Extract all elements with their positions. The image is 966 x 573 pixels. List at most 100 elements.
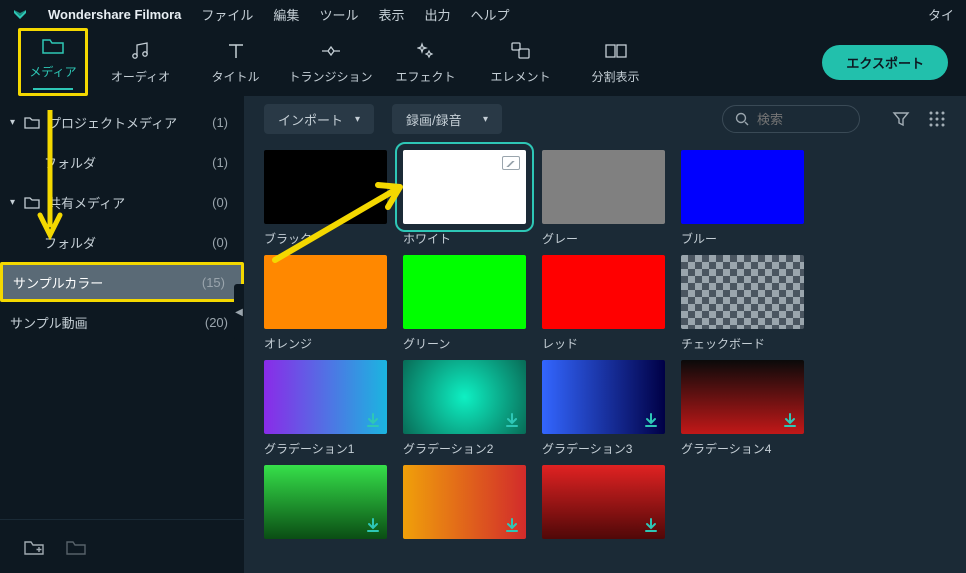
color-thumb[interactable] (542, 465, 665, 539)
tab-media[interactable]: メディア (18, 28, 88, 96)
download-icon (643, 412, 659, 428)
download-icon (504, 517, 520, 533)
color-card[interactable]: ブルー (681, 150, 804, 247)
topbar-icons (892, 110, 946, 128)
search-input[interactable] (757, 112, 847, 127)
tree-item-label: サンプルカラー (13, 273, 202, 292)
tab-transition[interactable]: トランジション (288, 32, 373, 92)
color-card[interactable]: ホワイト (403, 150, 526, 247)
color-thumb[interactable] (403, 360, 526, 434)
tree-item-label: サンプル動画 (10, 313, 205, 332)
color-thumb[interactable] (542, 255, 665, 329)
tool-tabs: メディア オーディオ タイトル トランジション エフェクト エレメント 分割表示… (0, 28, 966, 96)
record-dropdown[interactable]: 録画/録音 ▾ (392, 104, 502, 134)
download-icon (504, 412, 520, 428)
color-thumb[interactable] (681, 150, 804, 224)
color-card[interactable]: オレンジ (264, 255, 387, 352)
card-label: ブラック (264, 230, 387, 247)
color-thumb[interactable] (264, 465, 387, 539)
import-dropdown[interactable]: インポート ▾ (264, 104, 374, 134)
color-card[interactable]: グラデーション1 (264, 360, 387, 457)
download-icon (643, 517, 659, 533)
color-card[interactable]: ブラック (264, 150, 387, 247)
download-icon (365, 517, 381, 533)
tree-item[interactable]: サンプルカラー(15) (0, 262, 244, 302)
sidebar: プロジェクトメディア(1)フォルダ(1)共有メディア(0)フォルダ(0)サンプル… (0, 96, 244, 573)
effect-icon (417, 40, 435, 62)
card-label: オレンジ (264, 335, 387, 352)
menu-edit[interactable]: 編集 (273, 5, 299, 24)
tree-item-count: (0) (212, 235, 228, 250)
app-logo-icon (12, 6, 28, 22)
menu-tools[interactable]: ツール (319, 5, 358, 24)
tree-item-label: フォルダ (44, 233, 212, 252)
grid-view-icon[interactable] (928, 110, 946, 128)
color-card[interactable]: グラデーション2 (403, 360, 526, 457)
card-label: ホワイト (403, 230, 526, 247)
color-thumb[interactable] (403, 465, 526, 539)
tree-item[interactable]: フォルダ(1) (0, 142, 244, 182)
tab-split[interactable]: 分割表示 (573, 32, 658, 92)
tab-element[interactable]: エレメント (478, 32, 563, 92)
tree-item-count: (1) (212, 115, 228, 130)
tree-item-count: (1) (212, 155, 228, 170)
card-label: チェックボード (681, 335, 804, 352)
folder-icon[interactable] (66, 538, 86, 556)
color-card[interactable]: グリーン (403, 255, 526, 352)
tree-item[interactable]: 共有メディア(0) (0, 182, 244, 222)
menu-file[interactable]: ファイル (201, 5, 253, 24)
main-panel: ◀ インポート ▾ 録画/録音 ▾ ブラックホワイトグレーブルーオレンジグリーン… (244, 96, 966, 573)
card-label: グラデーション1 (264, 440, 387, 457)
app-title: Wondershare Filmora (48, 7, 181, 22)
sidebar-bottom (0, 519, 244, 573)
color-card[interactable]: グラデーション3 (542, 360, 665, 457)
color-card[interactable] (542, 465, 665, 545)
color-card[interactable]: グレー (542, 150, 665, 247)
tree-item-count: (0) (212, 195, 228, 210)
color-card[interactable]: グラデーション4 (681, 360, 804, 457)
color-card[interactable]: レッド (542, 255, 665, 352)
filter-icon[interactable] (892, 110, 910, 128)
color-thumb[interactable] (264, 255, 387, 329)
card-label: ブルー (681, 230, 804, 247)
collapse-sidebar-button[interactable]: ◀ (234, 284, 244, 340)
menu-help[interactable]: ヘルプ (470, 5, 509, 24)
color-thumb[interactable] (542, 150, 665, 224)
chevron-down-icon: ▾ (483, 114, 488, 125)
download-icon (365, 412, 381, 428)
card-label: レッド (542, 335, 665, 352)
color-thumb[interactable] (542, 360, 665, 434)
color-thumb[interactable] (264, 150, 387, 224)
tab-effect[interactable]: エフェクト (383, 32, 468, 92)
chevron-down-icon: ▾ (355, 114, 360, 125)
menu-view[interactable]: 表示 (378, 5, 404, 24)
color-thumb[interactable] (681, 360, 804, 434)
folder-icon (42, 35, 64, 57)
search-box[interactable] (722, 105, 860, 133)
export-button[interactable]: エクスポート (822, 45, 948, 80)
card-label: グラデーション3 (542, 440, 665, 457)
color-thumb[interactable] (403, 150, 526, 224)
color-card[interactable] (264, 465, 387, 545)
color-thumb[interactable] (681, 255, 804, 329)
tab-title[interactable]: タイトル (193, 32, 278, 92)
element-icon (511, 40, 531, 62)
color-card[interactable] (403, 465, 526, 545)
tree-item-count: (15) (202, 275, 225, 290)
tab-audio[interactable]: オーディオ (98, 32, 183, 92)
card-label: グラデーション2 (403, 440, 526, 457)
music-icon (131, 40, 151, 62)
tree-item[interactable]: サンプル動画(20) (0, 302, 244, 342)
titlebar: Wondershare Filmora ファイル 編集 ツール 表示 出力 ヘル… (0, 0, 966, 28)
folder-icon (24, 195, 40, 209)
main-topbar: インポート ▾ 録画/録音 ▾ (244, 96, 966, 142)
color-card[interactable]: チェックボード (681, 255, 804, 352)
new-folder-icon[interactable] (24, 538, 44, 556)
menu-output[interactable]: 出力 (424, 5, 450, 24)
split-icon (605, 40, 627, 62)
color-thumb[interactable] (264, 360, 387, 434)
tree-item[interactable]: フォルダ(0) (0, 222, 244, 262)
tree-item[interactable]: プロジェクトメディア(1) (0, 102, 244, 142)
color-thumb[interactable] (403, 255, 526, 329)
content-area: プロジェクトメディア(1)フォルダ(1)共有メディア(0)フォルダ(0)サンプル… (0, 96, 966, 573)
